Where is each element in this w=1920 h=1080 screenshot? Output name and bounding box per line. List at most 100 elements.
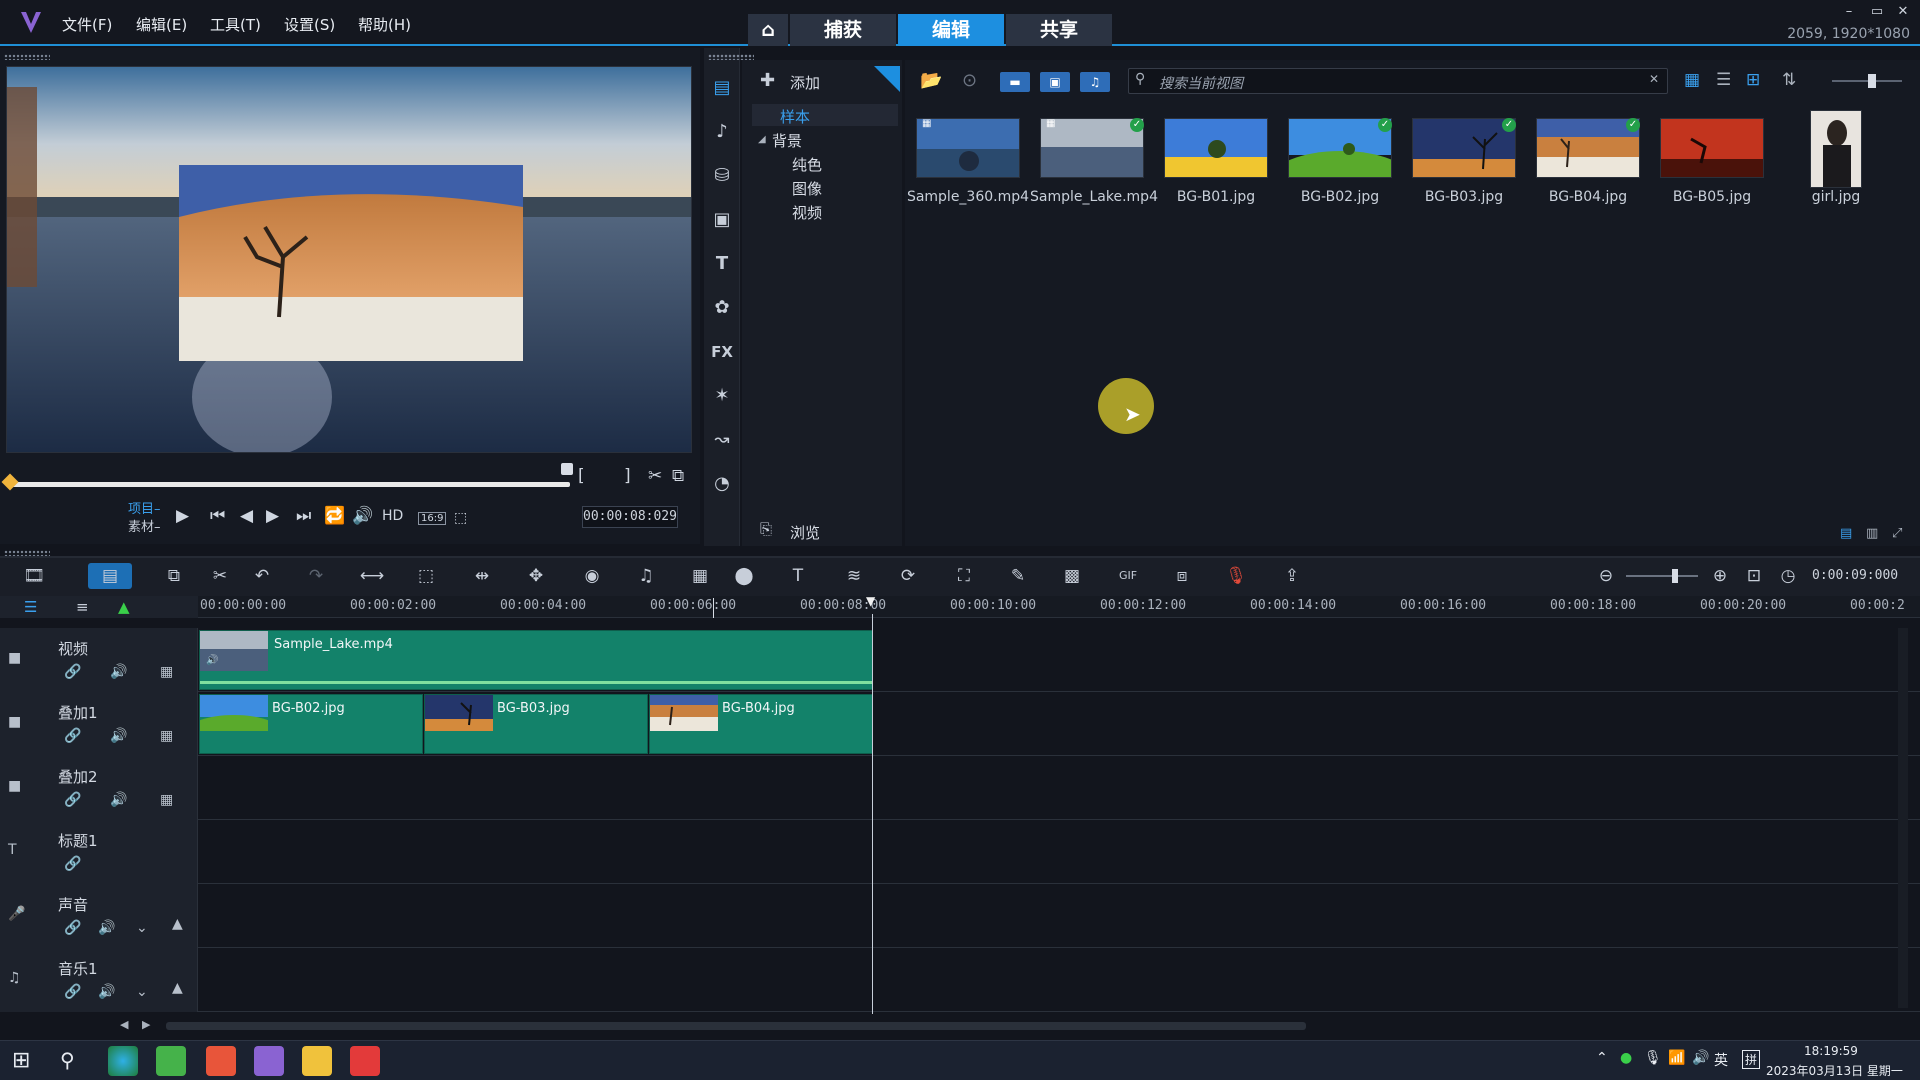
clock-time[interactable]: 18:19:59 bbox=[1804, 1044, 1858, 1058]
track-header-title-1[interactable]: T 标题1 🔗 bbox=[0, 820, 198, 884]
show-video-icon[interactable]: ▬ bbox=[1000, 72, 1030, 92]
horizontal-scrollbar[interactable] bbox=[166, 1022, 1306, 1030]
timecode-display[interactable]: 00:00:08:029 bbox=[582, 506, 678, 528]
slider-handle[interactable] bbox=[1868, 74, 1876, 88]
chat-app-icon[interactable] bbox=[156, 1046, 186, 1076]
ruler-playhead[interactable] bbox=[713, 598, 714, 618]
scroll-right-icon[interactable]: ▶ bbox=[142, 1018, 150, 1031]
list-view-icon[interactable]: ☰ bbox=[1716, 70, 1731, 90]
copy-icon[interactable]: ⧉ bbox=[160, 563, 188, 589]
tray-app-icon[interactable]: ● bbox=[1620, 1050, 1632, 1066]
search-taskbar-icon[interactable]: ⚲ bbox=[60, 1048, 75, 1072]
grid-icon[interactable]: ▦ bbox=[160, 792, 173, 808]
clip-sample-lake[interactable]: Sample_Lake.mp4 🔊 bbox=[199, 630, 873, 690]
tab-share[interactable]: 共享 bbox=[1006, 14, 1112, 46]
repeat-icon[interactable]: 🔁 bbox=[324, 506, 345, 526]
menu-tools[interactable]: 工具(T) bbox=[210, 14, 261, 35]
gif-icon[interactable]: GIF bbox=[1114, 563, 1142, 589]
speed-icon[interactable]: ◔ bbox=[704, 466, 740, 502]
undo-icon[interactable]: ↶ bbox=[248, 563, 276, 589]
title-icon[interactable]: T bbox=[704, 246, 740, 282]
color-icon[interactable]: ◉ bbox=[578, 563, 606, 589]
loop-icon[interactable]: ⟳ bbox=[894, 563, 922, 589]
transition-icon[interactable]: ⛁ bbox=[704, 158, 740, 194]
input-language[interactable]: 英 bbox=[1714, 1050, 1728, 1070]
clip-bg-b02[interactable]: BG-B02.jpg bbox=[199, 694, 423, 754]
mute-icon[interactable]: 🔊 bbox=[110, 792, 127, 808]
show-audio-icon[interactable]: ♫ bbox=[1080, 72, 1110, 92]
thumb-bg-b01[interactable] bbox=[1164, 118, 1268, 178]
crop-tool-icon[interactable]: ⬚ bbox=[412, 563, 440, 589]
edit-icon[interactable]: ✎ bbox=[1004, 563, 1032, 589]
zoom-out-icon[interactable]: ⊖ bbox=[1592, 563, 1620, 589]
clip-mode[interactable]: 素材– bbox=[128, 516, 161, 535]
graphics-icon[interactable]: ✿ bbox=[704, 290, 740, 326]
app-c-icon[interactable] bbox=[206, 1046, 236, 1076]
mute-icon[interactable]: 🔊 bbox=[110, 728, 127, 744]
speaker-icon[interactable]: 🔊 bbox=[1692, 1050, 1709, 1066]
menu-settings[interactable]: 设置(S) bbox=[284, 14, 335, 35]
redo-icon[interactable]: ↷ bbox=[302, 563, 330, 589]
nav-video[interactable]: 视频 bbox=[792, 202, 822, 223]
mark-in-icon[interactable]: [ bbox=[578, 466, 585, 486]
clip-bg-b04[interactable]: BG-B04.jpg bbox=[649, 694, 873, 754]
browse-button[interactable]: 浏览 bbox=[790, 522, 820, 543]
thumb-bg-b05[interactable] bbox=[1660, 118, 1764, 178]
mute-icon[interactable]: 🔊 bbox=[98, 920, 115, 936]
media-library-icon[interactable]: ▤ bbox=[704, 70, 740, 106]
browser-icon[interactable] bbox=[108, 1046, 138, 1076]
link-icon[interactable]: 🔗 bbox=[64, 792, 81, 808]
split-clip-icon[interactable]: ✂ bbox=[648, 466, 662, 486]
playback-scrubber[interactable] bbox=[10, 482, 570, 487]
search-input[interactable]: 搜索当前视图 bbox=[1159, 73, 1243, 93]
trim-icon[interactable]: ⇹ bbox=[468, 563, 496, 589]
timeline-view-icon[interactable]: ▤ bbox=[88, 563, 132, 589]
link-icon[interactable]: 🔗 bbox=[64, 728, 81, 744]
restore-icon[interactable]: ▭ bbox=[1866, 4, 1888, 19]
menu-file[interactable]: 文件(F) bbox=[62, 14, 112, 35]
import-media-icon[interactable]: 📂 bbox=[920, 70, 942, 91]
clear-search-icon[interactable]: ✕ bbox=[1649, 72, 1659, 86]
next-frame-icon[interactable]: ▶ bbox=[266, 506, 279, 526]
link-icon[interactable]: 🔗 bbox=[64, 920, 81, 936]
nav-background[interactable]: 背景 bbox=[772, 130, 802, 151]
crop-icon[interactable]: ⬚ bbox=[454, 510, 467, 526]
thumb-bg-b03[interactable] bbox=[1412, 118, 1516, 178]
screen-capture-icon[interactable]: ⛶ bbox=[950, 563, 978, 589]
time-ruler[interactable] bbox=[198, 596, 1920, 618]
filter-fx-icon[interactable]: FX bbox=[704, 334, 740, 370]
clock-date[interactable]: 2023年03月13日 星期一 bbox=[1766, 1062, 1903, 1079]
link-icon[interactable]: 🔗 bbox=[64, 664, 81, 680]
chevron-up-icon[interactable]: ▲ bbox=[172, 916, 183, 932]
template-icon[interactable]: ▩ bbox=[1058, 563, 1086, 589]
export-icon[interactable]: ⇪ bbox=[1278, 563, 1306, 589]
multicam-icon[interactable]: ▦ bbox=[686, 563, 714, 589]
nav-image[interactable]: 图像 bbox=[792, 178, 822, 199]
link-icon[interactable]: 🔗 bbox=[64, 984, 81, 1000]
show-photo-icon[interactable]: ▣ bbox=[1040, 72, 1070, 92]
clip-bg-b03[interactable]: BG-B03.jpg bbox=[424, 694, 648, 754]
add-folder-button[interactable]: 添加 bbox=[790, 72, 820, 93]
menu-edit[interactable]: 编辑(E) bbox=[136, 14, 187, 35]
thumbnail-size-slider[interactable] bbox=[1832, 80, 1902, 82]
layout-icon[interactable]: ▥ bbox=[1866, 526, 1878, 541]
grid-icon[interactable]: ▦ bbox=[160, 664, 173, 680]
title-template-icon[interactable]: ▣ bbox=[704, 202, 740, 238]
search-box[interactable]: ⚲ 搜索当前视图 ✕ bbox=[1128, 68, 1668, 94]
grid-icon[interactable]: ▦ bbox=[160, 728, 173, 744]
fit-icon[interactable]: ⟷ bbox=[358, 563, 386, 589]
fit-window-icon[interactable]: ⊡ bbox=[1740, 563, 1768, 589]
tray-chevron-icon[interactable]: ⌃ bbox=[1596, 1050, 1608, 1066]
thumbnail-view-icon[interactable]: ▦ bbox=[1684, 70, 1700, 90]
project-mode[interactable]: 项目– bbox=[128, 498, 161, 517]
thumb-sample-lake[interactable] bbox=[1040, 118, 1144, 178]
app-x-icon[interactable] bbox=[350, 1046, 380, 1076]
chevron-up-icon[interactable]: ▲ bbox=[172, 980, 183, 996]
browse-icon[interactable]: ⎘ bbox=[760, 520, 772, 538]
track-header-overlay-1[interactable]: ■ 叠加1 🔗 🔊 ▦ bbox=[0, 692, 198, 756]
thumb-bg-b04[interactable] bbox=[1536, 118, 1640, 178]
aspect-ratio-button[interactable]: 16:9 bbox=[418, 512, 447, 525]
chevron-down-icon[interactable]: ⌄ bbox=[136, 984, 148, 1000]
motion-icon[interactable]: ✶ bbox=[704, 378, 740, 414]
mask-icon[interactable]: ⬤ bbox=[730, 563, 758, 589]
